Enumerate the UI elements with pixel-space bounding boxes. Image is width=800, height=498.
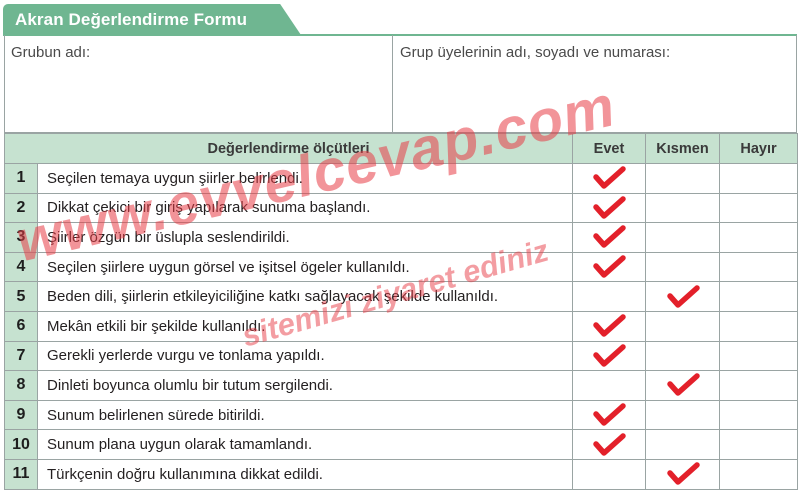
criterion-text: Türkçenin doğru kullanımına dikkat edild… [37, 458, 573, 490]
table-header-row: Değerlendirme ölçütleri Evet Kısmen Hayı… [4, 133, 798, 164]
check-icon [593, 255, 626, 278]
cell-no[interactable] [719, 458, 798, 490]
table-row: 11 Türkçenin doğru kullanımına dikkat edi… [4, 458, 798, 490]
table-row: 7 Gerekli yerlerde vurgu ve tonlama yapıl… [4, 340, 798, 372]
cell-yes[interactable] [572, 340, 646, 372]
cell-yes[interactable] [572, 251, 646, 283]
check-icon [666, 284, 700, 308]
criterion-text: Mekân etkili bir şekilde kullanıldı. [37, 310, 573, 342]
cell-no[interactable] [719, 310, 798, 342]
row-number: 9 [4, 399, 38, 431]
cell-no[interactable] [719, 281, 798, 312]
criterion-text: Sunum plana uygun olarak tamamlandı. [37, 429, 573, 460]
row-number: 8 [4, 370, 38, 401]
row-number: 4 [4, 251, 38, 283]
criterion-text: Sunum belirlenen sürede bitirildi. [37, 399, 573, 431]
row-number: 10 [4, 429, 38, 460]
check-icon [666, 373, 700, 397]
check-icon [593, 196, 626, 219]
cell-yes[interactable] [572, 163, 646, 194]
cell-yes[interactable] [572, 281, 646, 312]
cell-partly[interactable] [645, 192, 720, 224]
cell-yes[interactable] [572, 370, 646, 401]
table-row: 1 Seçilen temaya uygun şiirler belirlendi… [4, 163, 798, 194]
check-icon [593, 432, 626, 456]
check-icon [593, 314, 626, 338]
cell-partly[interactable] [645, 370, 720, 401]
group-name-label: Grubun adı: [11, 44, 91, 61]
row-number: 1 [4, 163, 38, 194]
check-icon [593, 166, 626, 190]
cell-yes[interactable] [572, 429, 646, 460]
cell-partly[interactable] [645, 222, 720, 253]
header-yes: Evet [572, 133, 646, 164]
cell-yes[interactable] [572, 310, 646, 342]
cell-partly[interactable] [645, 399, 720, 431]
table-body: 1 Seçilen temaya uygun şiirler belirlendi… [4, 163, 798, 490]
criterion-text: Seçilen şiirlere uygun görsel ve işitsel… [37, 251, 573, 283]
header-criteria: Değerlendirme ölçütleri [4, 133, 573, 164]
criterion-text: Dikkat çekici bir giriş yapılarak sunuma… [37, 192, 573, 224]
table-row: 2 Dikkat çekici bir giriş yapılarak sunum… [4, 192, 798, 224]
cell-partly[interactable] [645, 458, 720, 490]
cell-no[interactable] [719, 163, 798, 194]
cell-yes[interactable] [572, 192, 646, 224]
row-number: 3 [4, 222, 38, 253]
cell-no[interactable] [719, 340, 798, 372]
criterion-text: Seçilen temaya uygun şiirler belirlendi. [37, 163, 573, 194]
table-row: 6 Mekân etkili bir şekilde kullanıldı. [4, 310, 798, 342]
row-number: 6 [4, 310, 38, 342]
criterion-text: Gerekli yerlerde vurgu ve tonlama yapıld… [37, 340, 573, 372]
check-icon [666, 462, 700, 485]
cell-no[interactable] [719, 222, 798, 253]
cell-partly[interactable] [645, 429, 720, 460]
table-row: 4 Seçilen şiirlere uygun görsel ve işitse… [4, 251, 798, 283]
cell-no[interactable] [719, 251, 798, 283]
cell-no[interactable] [719, 399, 798, 431]
row-number: 7 [4, 340, 38, 372]
table-row: 10 Sunum plana uygun olarak tamamlandı. [4, 429, 798, 460]
criterion-text: Şiirler özgün bir üslupla seslendirildi. [37, 222, 573, 253]
form-title-tab: Akran Değerlendirme Formu [3, 4, 301, 35]
cell-yes[interactable] [572, 458, 646, 490]
cell-no[interactable] [719, 429, 798, 460]
assessment-table: Değerlendirme ölçütleri Evet Kısmen Hayı… [4, 133, 798, 490]
cell-partly[interactable] [645, 281, 720, 312]
check-icon [593, 403, 626, 426]
cell-no[interactable] [719, 370, 798, 401]
criterion-text: Beden dili, şiirlerin etkileyiciliğine k… [37, 281, 573, 312]
group-info-divider [392, 35, 393, 133]
row-number: 5 [4, 281, 38, 312]
cell-yes[interactable] [572, 399, 646, 431]
header-partly: Kısmen [645, 133, 720, 164]
check-icon [593, 225, 626, 249]
row-number: 2 [4, 192, 38, 224]
table-row: 9 Sunum belirlenen sürede bitirildi. [4, 399, 798, 431]
table-row: 5 Beden dili, şiirlerin etkileyiciliğine … [4, 281, 798, 312]
table-row: 8 Dinleti boyunca olumlu bir tutum sergil… [4, 370, 798, 401]
check-icon [593, 344, 626, 367]
cell-partly[interactable] [645, 310, 720, 342]
criterion-text: Dinleti boyunca olumlu bir tutum sergile… [37, 370, 573, 401]
cell-yes[interactable] [572, 222, 646, 253]
row-number: 11 [4, 458, 38, 490]
form-title: Akran Değerlendirme Formu [15, 10, 248, 29]
cell-partly[interactable] [645, 251, 720, 283]
table-row: 3 Şiirler özgün bir üslupla seslendirildi… [4, 222, 798, 253]
cell-partly[interactable] [645, 340, 720, 372]
cell-partly[interactable] [645, 163, 720, 194]
header-no: Hayır [719, 133, 798, 164]
cell-no[interactable] [719, 192, 798, 224]
group-members-label: Grup üyelerinin adı, soyadı ve numarası: [400, 44, 671, 61]
